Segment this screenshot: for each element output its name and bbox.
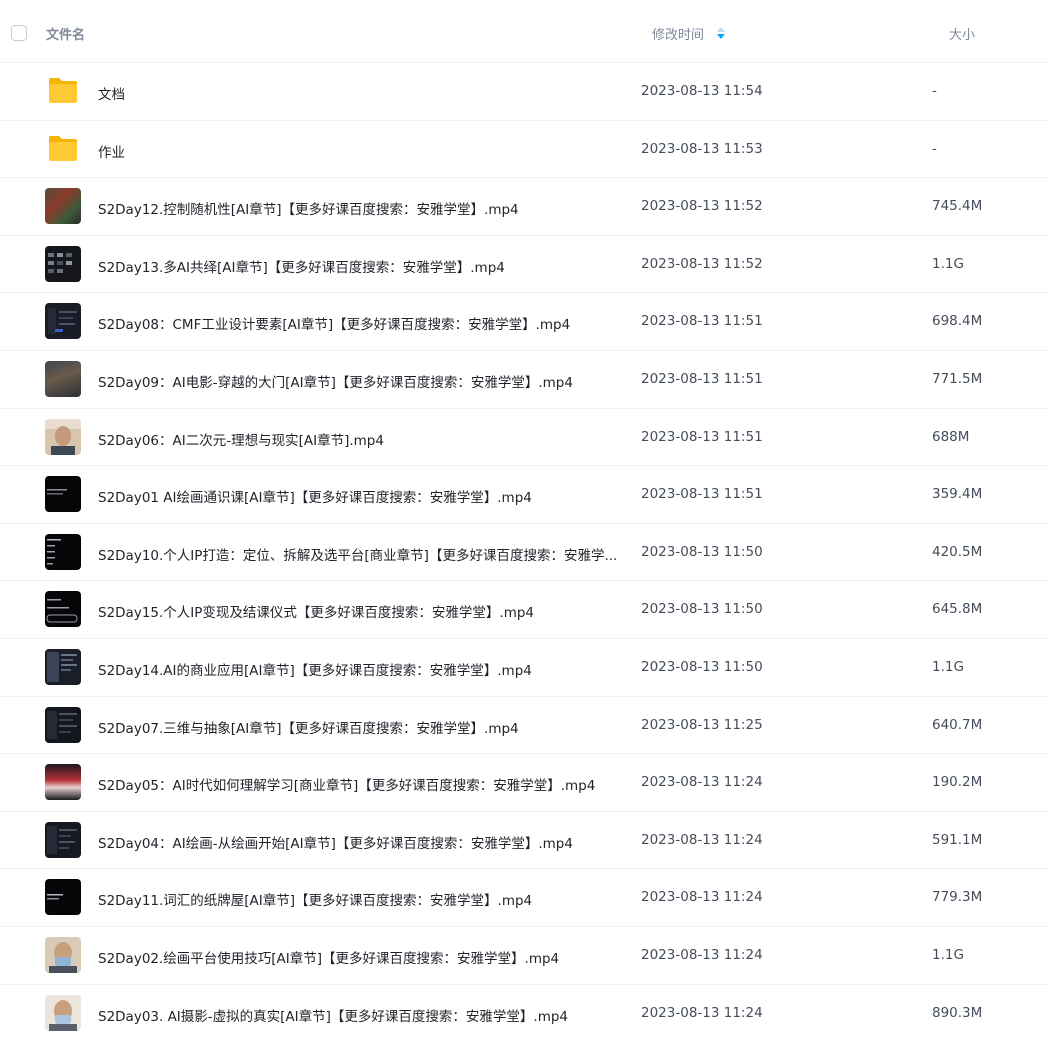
column-header-modified-time[interactable]: 修改时间 — [652, 24, 704, 43]
file-modified-time: 2023-08-13 11:51 — [641, 486, 763, 503]
file-size: 890.3M — [932, 1004, 983, 1021]
file-name[interactable]: S2Day12.控制随机性[AI章节]【更多好课百度搜索：安雅学堂】.mp4 — [98, 198, 618, 218]
video-thumbnail — [45, 533, 81, 570]
video-thumbnail — [45, 936, 81, 973]
video-thumbnail — [45, 418, 81, 455]
file-size: 359.4M — [932, 486, 983, 503]
file-size: 420.5M — [932, 543, 983, 560]
file-modified-time: 2023-08-13 11:24 — [641, 1004, 763, 1021]
video-thumbnail — [45, 706, 81, 743]
table-row[interactable]: S2Day11.词汇的纸牌屋[AI章节]【更多好课百度搜索：安雅学堂】.mp4 … — [0, 868, 1050, 926]
file-size: 190.2M — [932, 774, 983, 791]
table-row[interactable]: S2Day04：AI绘画-从绘画开始[AI章节]【更多好课百度搜索：安雅学堂】.… — [0, 810, 1050, 869]
file-name[interactable]: 作业 — [98, 141, 618, 161]
file-name[interactable]: S2Day01 AI绘画通识课[AI章节]【更多好课百度搜索：安雅学堂】.mp4 — [98, 486, 618, 506]
file-size: 1.1G — [932, 658, 964, 675]
table-row[interactable]: S2Day15.个人IP变现及结课仪式【更多好课百度搜索：安雅学堂】.mp4 2… — [0, 580, 1050, 638]
video-thumbnail — [45, 591, 81, 628]
file-modified-time: 2023-08-13 11:50 — [641, 601, 763, 618]
video-thumbnail — [45, 764, 81, 801]
file-size: 745.4M — [932, 198, 983, 215]
file-name[interactable]: S2Day06：AI二次元-理想与现实[AI章节].mp4 — [98, 429, 618, 449]
folder-icon — [49, 78, 77, 103]
file-modified-time: 2023-08-13 11:52 — [641, 255, 763, 272]
file-size: 698.4M — [932, 313, 983, 330]
file-name[interactable]: S2Day11.词汇的纸牌屋[AI章节]【更多好课百度搜索：安雅学堂】.mp4 — [98, 889, 618, 909]
file-size: 645.8M — [932, 601, 983, 618]
table-row[interactable]: S2Day07.三维与抽象[AI章节]【更多好课百度搜索：安雅学堂】.mp4 2… — [0, 695, 1050, 754]
table-row[interactable]: S2Day06：AI二次元-理想与现实[AI章节].mp4 2023-08-13… — [0, 407, 1050, 466]
file-modified-time: 2023-08-13 11:52 — [641, 198, 763, 215]
file-name[interactable]: S2Day05：AI时代如何理解学习[商业章节]【更多好课百度搜索：安雅学堂】.… — [98, 774, 618, 794]
sort-arrows-icon[interactable] — [716, 26, 726, 40]
file-size: 688M — [932, 428, 970, 445]
video-thumbnail — [45, 994, 81, 1031]
column-header-size[interactable]: 大小 — [949, 24, 975, 43]
table-header: 文件名 修改时间 大小 — [0, 0, 1050, 62]
file-modified-time: 2023-08-13 11:54 — [641, 83, 763, 99]
file-modified-time: 2023-08-13 11:51 — [641, 428, 763, 445]
file-name[interactable]: 文档 — [98, 83, 618, 103]
table-row[interactable]: S2Day05：AI时代如何理解学习[商业章节]【更多好课百度搜索：安雅学堂】.… — [0, 753, 1050, 811]
file-modified-time: 2023-08-13 11:24 — [641, 774, 763, 791]
video-thumbnail — [45, 188, 81, 225]
table-row[interactable]: S2Day13.多AI共绎[AI章节]【更多好课百度搜索：安雅学堂】.mp4 2… — [0, 234, 1050, 293]
file-modified-time: 2023-08-13 11:51 — [641, 370, 763, 387]
table-row[interactable]: S2Day08：CMF工业设计要素[AI章节]【更多好课百度搜索：安雅学堂】.m… — [0, 292, 1050, 350]
file-name[interactable]: S2Day03. AI摄影-虚拟的真实[AI章节]【更多好课百度搜索：安雅学堂】… — [98, 1005, 618, 1025]
file-name[interactable]: S2Day02.绘画平台使用技巧[AI章节]【更多好课百度搜索：安雅学堂】.mp… — [98, 947, 618, 967]
file-size: 779.3M — [932, 889, 983, 906]
video-thumbnail — [45, 648, 81, 685]
file-size: - — [932, 83, 937, 99]
file-modified-time: 2023-08-13 11:25 — [641, 716, 763, 733]
table-row[interactable]: S2Day12.控制随机性[AI章节]【更多好课百度搜索：安雅学堂】.mp4 2… — [0, 177, 1050, 235]
file-size: 771.5M — [932, 370, 983, 387]
file-size: - — [932, 140, 937, 157]
table-row[interactable]: S2Day03. AI摄影-虚拟的真实[AI章节]【更多好课百度搜索：安雅学堂】… — [0, 983, 1050, 1040]
video-thumbnail — [45, 821, 81, 858]
file-modified-time: 2023-08-13 11:24 — [641, 946, 763, 963]
file-size: 1.1G — [932, 255, 964, 272]
file-modified-time: 2023-08-13 11:53 — [641, 140, 763, 157]
table-row[interactable]: S2Day01 AI绘画通识课[AI章节]【更多好课百度搜索：安雅学堂】.mp4… — [0, 465, 1050, 523]
file-name[interactable]: S2Day10.个人IP打造：定位、拆解及选平台[商业章节]【更多好课百度搜索：… — [98, 544, 618, 564]
file-name[interactable]: S2Day08：CMF工业设计要素[AI章节]【更多好课百度搜索：安雅学堂】.m… — [98, 313, 618, 333]
file-size: 1.1G — [932, 946, 964, 963]
table-row[interactable]: S2Day02.绘画平台使用技巧[AI章节]【更多好课百度搜索：安雅学堂】.mp… — [0, 925, 1050, 984]
file-modified-time: 2023-08-13 11:24 — [641, 889, 763, 906]
folder-icon — [49, 135, 77, 161]
table-row[interactable]: 文档 2023-08-13 11:54 - — [0, 62, 1050, 120]
file-modified-time: 2023-08-13 11:50 — [641, 543, 763, 560]
file-name[interactable]: S2Day07.三维与抽象[AI章节]【更多好课百度搜索：安雅学堂】.mp4 — [98, 717, 618, 737]
file-modified-time: 2023-08-13 11:51 — [641, 313, 763, 330]
table-row[interactable]: 作业 2023-08-13 11:53 - — [0, 119, 1050, 178]
file-name[interactable]: S2Day13.多AI共绎[AI章节]【更多好课百度搜索：安雅学堂】.mp4 — [98, 256, 618, 276]
table-row[interactable]: S2Day09：AI电影-穿越的大门[AI章节]【更多好课百度搜索：安雅学堂】.… — [0, 349, 1050, 408]
file-modified-time: 2023-08-13 11:24 — [641, 831, 763, 848]
video-thumbnail — [45, 245, 81, 282]
video-thumbnail — [45, 303, 81, 340]
file-modified-time: 2023-08-13 11:50 — [641, 658, 763, 675]
column-header-name[interactable]: 文件名 — [46, 24, 85, 43]
select-all-checkbox[interactable] — [11, 25, 27, 41]
video-thumbnail — [45, 879, 81, 916]
file-name[interactable]: S2Day15.个人IP变现及结课仪式【更多好课百度搜索：安雅学堂】.mp4 — [98, 601, 618, 621]
file-size: 591.1M — [932, 831, 983, 848]
file-name[interactable]: S2Day14.AI的商业应用[AI章节]【更多好课百度搜索：安雅学堂】.mp4 — [98, 659, 618, 679]
file-name[interactable]: S2Day04：AI绘画-从绘画开始[AI章节]【更多好课百度搜索：安雅学堂】.… — [98, 832, 618, 852]
table-row[interactable]: S2Day10.个人IP打造：定位、拆解及选平台[商业章节]【更多好课百度搜索：… — [0, 522, 1050, 581]
video-thumbnail — [45, 476, 81, 513]
file-size: 640.7M — [932, 716, 983, 733]
file-name[interactable]: S2Day09：AI电影-穿越的大门[AI章节]【更多好课百度搜索：安雅学堂】.… — [98, 371, 618, 391]
video-thumbnail — [45, 360, 81, 397]
table-row[interactable]: S2Day14.AI的商业应用[AI章节]【更多好课百度搜索：安雅学堂】.mp4… — [0, 637, 1050, 696]
file-list-table: 文件名 修改时间 大小 文档 2023-08-13 11:54 - 作业 202… — [0, 0, 1050, 1040]
